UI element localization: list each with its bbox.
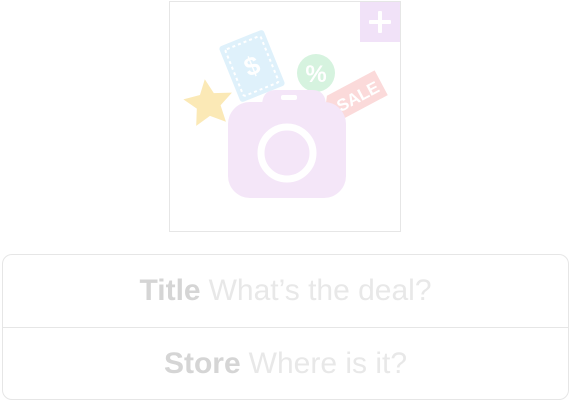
store-placeholder: Where is it?: [248, 347, 408, 380]
title-field[interactable]: Title What’s the deal?: [3, 255, 568, 327]
store-label: Store: [163, 347, 241, 380]
title-placeholder: What’s the deal?: [208, 274, 432, 307]
title-label: Title: [139, 274, 201, 307]
camera-icon: [228, 90, 346, 198]
add-photo-button[interactable]: [360, 2, 400, 42]
store-field[interactable]: Store Where is it?: [3, 327, 568, 400]
add-photo-area[interactable]: $ % SALE: [169, 1, 401, 232]
percent-badge-icon: %: [297, 54, 335, 92]
deal-form: Title What’s the deal? Store Where is it…: [2, 254, 569, 400]
star-icon: [183, 79, 232, 126]
percent-badge-text: %: [305, 61, 326, 88]
